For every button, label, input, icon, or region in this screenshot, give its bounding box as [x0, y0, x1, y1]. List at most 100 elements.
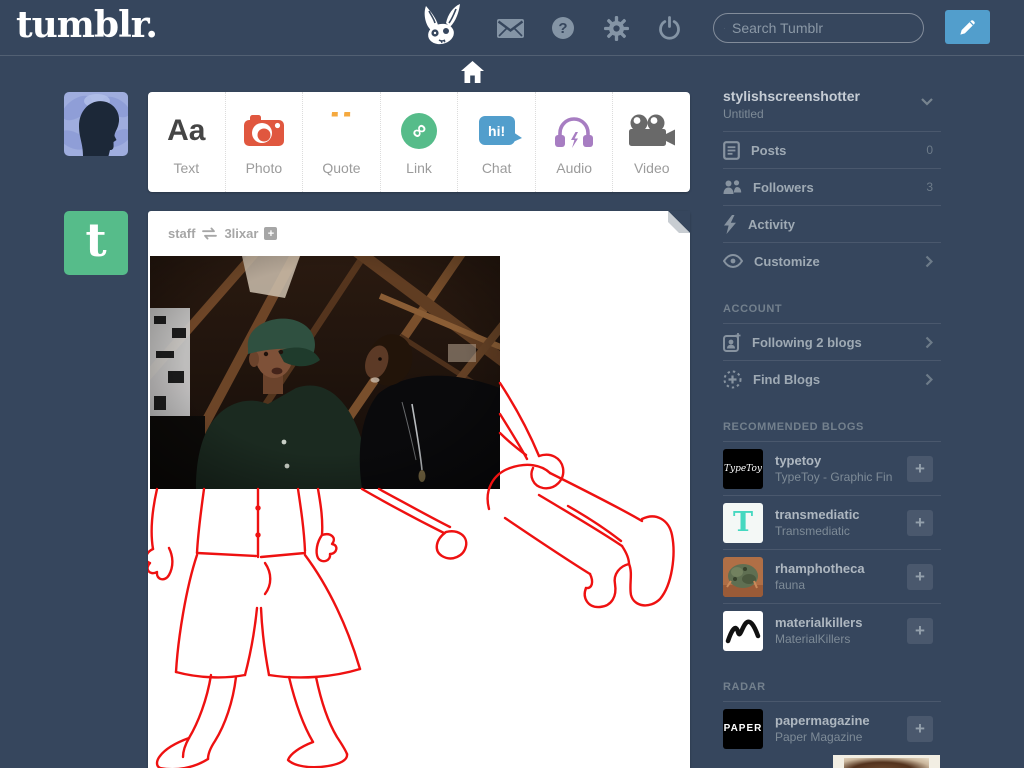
blog-name: papermagazine — [775, 713, 870, 728]
default-avatar-art — [64, 92, 128, 156]
composer-video-button[interactable]: Video — [613, 92, 690, 192]
current-blog-selector[interactable]: stylishscreenshotter Untitled — [723, 86, 941, 131]
transmediatic-avatar: T — [723, 502, 763, 543]
composer-link-button[interactable]: ∞ Link — [381, 92, 459, 192]
quote-marks-icon: “ — [325, 111, 358, 150]
search-icon — [724, 27, 725, 29]
follow-plus-button[interactable]: + — [907, 617, 933, 644]
gear-glyph — [603, 15, 629, 41]
help-icon[interactable]: ? — [548, 0, 578, 56]
username: stylishscreenshotter — [723, 88, 860, 104]
power-glyph — [658, 16, 680, 40]
tumblr-logo[interactable]: tumblr. — [16, 4, 158, 46]
sidebar-item-followers[interactable]: Followers 3 — [723, 168, 941, 205]
sidebar-item-posts[interactable]: Posts 0 — [723, 131, 941, 168]
home-tab-icon[interactable] — [461, 61, 484, 83]
composer-quote-button[interactable]: “ Quote — [303, 92, 381, 192]
settings-gear-icon[interactable] — [601, 0, 631, 56]
home-glyph — [461, 61, 484, 83]
materialkillers-avatar — [723, 610, 763, 651]
recommended-blog-transmediatic[interactable]: T transmediatic Transmediatic + — [723, 495, 941, 549]
composer-text-label: Text — [173, 159, 200, 176]
user-avatar[interactable] — [64, 92, 128, 156]
search-input[interactable] — [732, 20, 913, 36]
following-label: Following 2 blogs — [752, 334, 862, 350]
chat-hi-glyph: hi! — [488, 122, 506, 139]
composer-quote-label: Quote — [322, 159, 361, 176]
blog-name: materialkillers — [775, 615, 863, 630]
chevron-down-icon — [921, 98, 933, 106]
post-card: staff 3lixar + — [126, 211, 690, 768]
chat-bubble-icon: hi! — [478, 116, 522, 145]
reblog-icon — [202, 227, 218, 240]
composer-audio-label: Audio — [556, 159, 593, 176]
blog-description: Paper Magazine — [775, 730, 863, 744]
post-photo[interactable] — [126, 229, 514, 492]
composer-link-label: Link — [406, 159, 432, 176]
followers-count: 3 — [926, 180, 933, 194]
composer-text-button[interactable]: Aa Text — [148, 92, 226, 192]
posts-label: Posts — [751, 142, 787, 158]
composer-chat-button[interactable]: hi! Chat — [458, 92, 536, 192]
search-box[interactable] — [713, 13, 924, 43]
posts-icon — [723, 140, 740, 160]
blog-description: MaterialKillers — [775, 632, 851, 646]
blog-title: Untitled — [723, 107, 764, 121]
composer-photo-label: Photo — [245, 159, 283, 176]
composer-chat-label: Chat — [481, 159, 512, 176]
link-infinity-glyph: ∞ — [405, 116, 433, 144]
bat-doodle-icon[interactable] — [414, 0, 468, 56]
activity-label: Activity — [748, 216, 795, 232]
compose-pencil-icon — [960, 19, 975, 35]
typetoy-avatar: TypeToy — [723, 448, 763, 489]
blog-name: transmediatic — [775, 507, 860, 522]
following-blogs-icon — [723, 332, 741, 352]
dashboard-sidebar: stylishscreenshotter Untitled Posts 0 Fo… — [723, 86, 941, 755]
compose-button[interactable] — [945, 10, 990, 44]
chevron-right-icon — [925, 336, 933, 348]
text-aa-icon: Aa — [167, 113, 206, 147]
headphones-icon — [555, 116, 594, 148]
follow-plus-button[interactable]: + — [907, 455, 933, 482]
power-logout-icon[interactable] — [654, 0, 684, 56]
blog-name: rhamphotheca — [775, 561, 865, 576]
follow-plus-button[interactable]: + — [907, 715, 933, 742]
recommended-blog-typetoy[interactable]: TypeToy typetoy TypeToy - Graphic Fin + — [723, 441, 941, 495]
composer-audio-button[interactable]: Audio — [536, 92, 614, 192]
camcorder-icon — [629, 114, 676, 146]
blog-description: TypeToy - Graphic Fin — [775, 470, 893, 484]
sidebar-item-following[interactable]: Following 2 blogs — [723, 323, 941, 360]
sidebar-item-customize[interactable]: Customize — [723, 242, 941, 279]
activity-lightning-icon — [724, 214, 736, 234]
sidebar-item-activity[interactable]: Activity — [723, 205, 941, 242]
radar-preview-image — [844, 758, 929, 768]
mail-icon[interactable] — [494, 0, 526, 56]
papermagazine-avatar: PAPER — [723, 708, 763, 749]
reblog-source[interactable]: 3lixar — [224, 226, 258, 241]
post-composer: Aa Text Photo “ Quote ∞ Link hi! Chat Au… — [148, 92, 690, 192]
svg-text:?: ? — [558, 20, 567, 37]
account-section-header: ACCOUNT — [723, 303, 783, 315]
find-blogs-label: Find Blogs — [753, 371, 821, 387]
camera-icon — [243, 115, 284, 146]
sidebar-item-find-blogs[interactable]: Find Blogs — [723, 360, 941, 397]
staff-avatar[interactable]: t — [64, 211, 128, 275]
recommended-blog-rhamphotheca[interactable]: rhamphotheca fauna + — [723, 549, 941, 603]
follow-plus-button[interactable]: + — [907, 563, 933, 590]
posts-count: 0 — [926, 143, 933, 157]
composer-video-label: Video — [633, 159, 670, 176]
chevron-right-icon — [925, 255, 933, 267]
follow-plus-button[interactable]: + — [907, 509, 933, 536]
photo-two-men-attic — [126, 229, 514, 492]
post-author[interactable]: staff — [168, 226, 195, 241]
composer-photo-button[interactable]: Photo — [226, 92, 304, 192]
radar-blog-papermagazine[interactable]: PAPER papermagazine Paper Magazine + — [723, 701, 941, 755]
recommended-blog-materialkillers[interactable]: materialkillers MaterialKillers + — [723, 603, 941, 657]
rhamphotheca-avatar — [723, 556, 763, 597]
staff-avatar-t: t — [85, 213, 107, 267]
follow-source-button[interactable]: + — [264, 227, 278, 240]
followers-label: Followers — [753, 179, 814, 195]
followers-icon — [723, 180, 742, 194]
radar-post-preview[interactable] — [833, 755, 940, 768]
top-navbar: tumblr. ? Search Tumblr — [0, 0, 1024, 56]
